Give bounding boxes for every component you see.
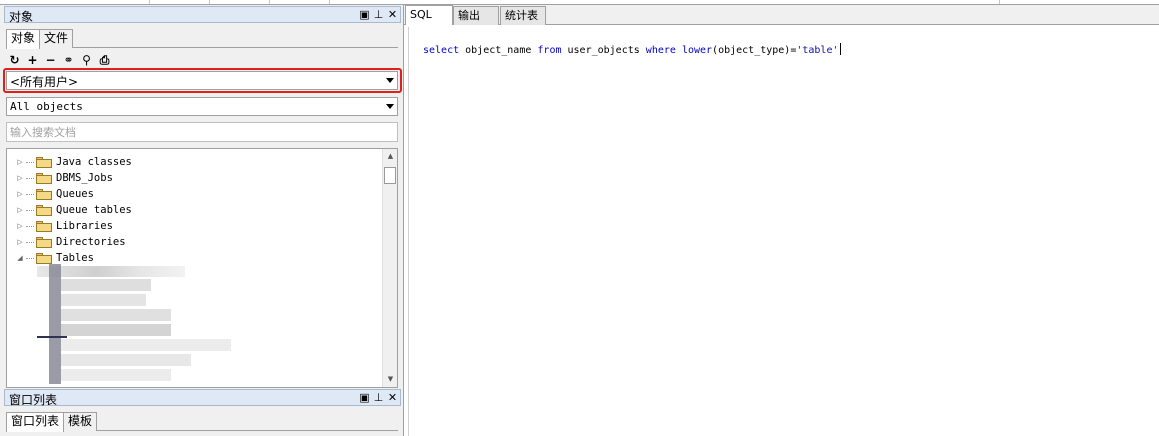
tree-scrollbar[interactable]: ▲ ▼ bbox=[382, 149, 397, 387]
folder-icon bbox=[36, 156, 52, 168]
filter-icon[interactable]: ⚲ bbox=[80, 53, 93, 67]
window-list-titlebar: 窗口列表 ▣ ⊥ ✕ bbox=[4, 389, 401, 407]
scroll-up-icon[interactable]: ▲ bbox=[383, 149, 397, 164]
tree-item-label: DBMS_Jobs bbox=[56, 172, 113, 184]
strip-segment bbox=[330, 0, 1000, 4]
tree-item-label: Directories bbox=[56, 236, 126, 248]
object-type-value: All objects bbox=[10, 100, 83, 113]
folder-icon bbox=[36, 188, 52, 200]
folder-icon bbox=[36, 172, 52, 184]
tree-item-label: Queue tables bbox=[56, 204, 132, 216]
sql-token-kw: where bbox=[645, 45, 676, 56]
collapse-icon[interactable]: ◢ bbox=[16, 254, 24, 262]
sql-statement[interactable]: select object_name from user_objects whe… bbox=[423, 43, 841, 56]
open-folder-icon bbox=[36, 252, 52, 264]
tree-item-label: Java classes bbox=[56, 156, 132, 168]
tree-item-directories[interactable]: ▷ Directories bbox=[7, 234, 126, 250]
panel-controls: ▣ ⊥ ✕ bbox=[359, 390, 398, 405]
expand-icon[interactable]: ▷ bbox=[16, 190, 24, 198]
object-panel-tabs: 对象 文件 bbox=[6, 29, 398, 49]
folder-icon bbox=[36, 204, 52, 216]
tab-templates[interactable]: 模板 bbox=[63, 412, 98, 431]
tree-item-libraries[interactable]: ▷ Libraries bbox=[7, 218, 113, 234]
redacted-table-list bbox=[37, 264, 231, 386]
panel-dropdown-icon[interactable]: ▣ bbox=[359, 390, 370, 405]
text-cursor bbox=[839, 43, 841, 55]
folder-icon bbox=[36, 236, 52, 248]
object-browser-panel: 对象 ▣ ⊥ ✕ 对象 文件 ↻ + − ⚭ ⚲ ⎙ <所有用户> All ob… bbox=[0, 5, 404, 436]
panel-dropdown-icon[interactable]: ▣ bbox=[359, 7, 370, 22]
tab-output[interactable]: 输出 bbox=[453, 6, 499, 25]
folder-icon bbox=[36, 220, 52, 232]
expand-icon[interactable]: ▷ bbox=[16, 174, 24, 182]
sql-token-id: object_name bbox=[459, 45, 538, 56]
add-icon[interactable]: + bbox=[26, 53, 39, 67]
sql-editor[interactable]: select object_name from user_objects whe… bbox=[408, 27, 1159, 436]
strip-segment bbox=[210, 0, 270, 4]
tree-item-label: Libraries bbox=[56, 220, 113, 232]
expand-icon[interactable]: ▷ bbox=[16, 222, 24, 230]
tab-statistics[interactable]: 统计表 bbox=[500, 6, 546, 25]
strip-segment bbox=[0, 0, 150, 4]
sql-token-str: 'table' bbox=[796, 45, 839, 56]
tab-window-list[interactable]: 窗口列表 bbox=[6, 412, 65, 432]
tree-item-label: Tables bbox=[56, 252, 94, 264]
expand-icon[interactable]: ▷ bbox=[16, 238, 24, 246]
tree-item-label: Queues bbox=[56, 188, 94, 200]
close-icon[interactable]: ✕ bbox=[387, 390, 398, 405]
search-field[interactable] bbox=[6, 122, 398, 142]
binoculars-icon[interactable]: ⚭ bbox=[62, 53, 75, 67]
tab-sql[interactable]: SQL bbox=[405, 5, 453, 25]
sql-token-id: user_objects bbox=[561, 45, 646, 56]
pin-icon[interactable]: ⊥ bbox=[373, 390, 384, 405]
object-panel-titlebar: 对象 ▣ ⊥ ✕ bbox=[4, 6, 401, 24]
strip-segment bbox=[150, 0, 210, 4]
object-tree: ▷ Java classes ▷ DBMS_Jobs ▷ Queues ▷ Qu… bbox=[6, 148, 398, 388]
sql-token-id: (object_type)= bbox=[712, 45, 797, 56]
scroll-thumb[interactable] bbox=[384, 167, 396, 184]
chevron-down-icon bbox=[386, 104, 394, 109]
object-type-select[interactable]: All objects bbox=[6, 97, 398, 116]
tree-item-queue-tables[interactable]: ▷ Queue tables bbox=[7, 202, 132, 218]
highlight-box bbox=[3, 68, 402, 93]
sql-token-kw: lower bbox=[681, 45, 713, 56]
sql-editor-panel: SQL 输出 统计表 select object_name from user_… bbox=[404, 5, 1159, 436]
window-list-title: 窗口列表 bbox=[9, 393, 58, 407]
window-list-tabs: 窗口列表 模板 bbox=[6, 412, 398, 432]
remove-icon[interactable]: − bbox=[44, 53, 57, 67]
properties-icon[interactable]: ⎙ bbox=[98, 53, 111, 67]
object-toolbar: ↻ + − ⚭ ⚲ ⎙ bbox=[8, 53, 111, 67]
close-icon[interactable]: ✕ bbox=[387, 7, 398, 22]
tree-item-java-classes[interactable]: ▷ Java classes bbox=[7, 154, 132, 170]
editor-tabs: SQL 输出 统计表 bbox=[404, 5, 1159, 25]
sql-token-kw: from bbox=[537, 45, 562, 56]
search-input[interactable] bbox=[7, 123, 397, 141]
sql-token-kw: select bbox=[423, 45, 460, 56]
tree-item-dbms-jobs[interactable]: ▷ DBMS_Jobs bbox=[7, 170, 113, 186]
strip-segment bbox=[270, 0, 330, 4]
tree-item-queues[interactable]: ▷ Queues bbox=[7, 186, 94, 202]
panel-controls: ▣ ⊥ ✕ bbox=[359, 7, 398, 22]
object-panel-title: 对象 bbox=[9, 10, 34, 24]
tab-objects[interactable]: 对象 bbox=[6, 29, 41, 49]
refresh-icon[interactable]: ↻ bbox=[8, 53, 21, 67]
pin-icon[interactable]: ⊥ bbox=[373, 7, 384, 22]
expand-icon[interactable]: ▷ bbox=[16, 158, 24, 166]
tab-files[interactable]: 文件 bbox=[39, 29, 74, 48]
scroll-down-icon[interactable]: ▼ bbox=[383, 372, 397, 387]
expand-icon[interactable]: ▷ bbox=[16, 206, 24, 214]
